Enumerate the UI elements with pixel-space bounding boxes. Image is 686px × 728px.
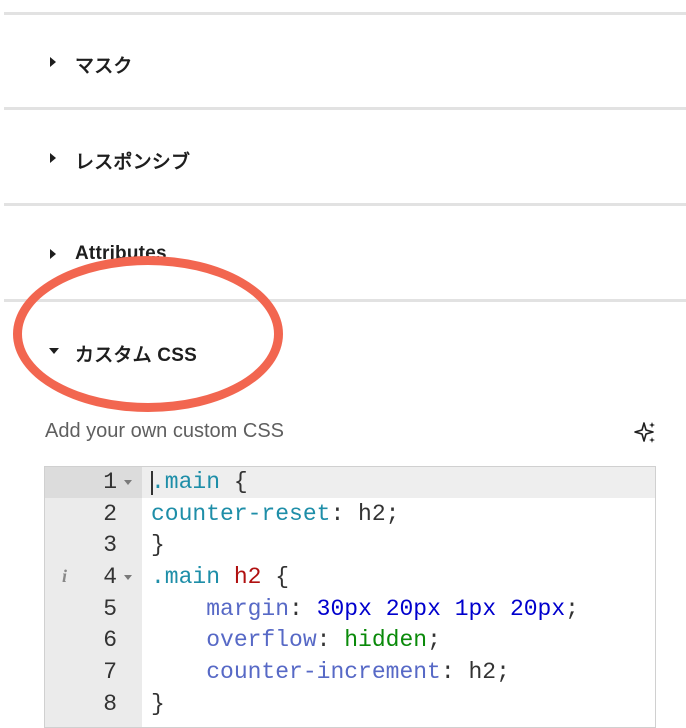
section-attributes-toggle[interactable]: Attributes	[0, 236, 686, 272]
section-label: カスタム CSS	[75, 345, 197, 366]
code-text: }	[151, 691, 165, 717]
section-mask-toggle[interactable]: マスク	[0, 44, 686, 80]
line-number: 6	[103, 627, 117, 653]
code-line[interactable]: 3 }	[45, 530, 655, 562]
divider	[4, 203, 686, 206]
code-line[interactable]: 7 counter-increment: h2;	[45, 657, 655, 689]
fold-toggle-icon[interactable]	[124, 575, 132, 580]
section-label: Attributes	[75, 243, 167, 264]
code-text: overflow: hidden;	[206, 627, 441, 653]
line-number: 3	[103, 532, 117, 558]
fold-toggle-icon[interactable]	[124, 480, 132, 485]
code-line[interactable]: 5 margin: 30px 20px 1px 20px;	[45, 594, 655, 626]
line-number: 8	[103, 691, 117, 717]
caret-right-icon	[50, 249, 56, 259]
code-text: .main {	[151, 469, 248, 495]
line-number: 4	[103, 564, 117, 590]
code-text: counter-reset: h2;	[151, 501, 400, 527]
code-text: counter-increment: h2;	[206, 659, 510, 685]
line-number: 7	[103, 659, 117, 685]
code-line[interactable]: 2 counter-reset: h2;	[45, 499, 655, 531]
code-text: .main h2 {	[151, 564, 290, 590]
caret-down-icon	[49, 348, 59, 354]
text-cursor	[151, 471, 153, 495]
code-line[interactable]: 6 overflow: hidden;	[45, 625, 655, 657]
caret-right-icon	[50, 153, 56, 163]
sparkles-icon[interactable]	[631, 420, 657, 446]
section-responsive-toggle[interactable]: レスポンシブ	[0, 140, 686, 176]
code-text: margin: 30px 20px 1px 20px;	[206, 596, 579, 622]
section-custom-css-toggle[interactable]: カスタム CSS	[0, 333, 686, 369]
caret-right-icon	[50, 57, 56, 67]
line-number: 1	[103, 469, 117, 495]
divider	[4, 299, 686, 302]
line-number: 5	[103, 596, 117, 622]
divider	[4, 107, 686, 110]
code-line[interactable]: i 4 .main h2 {	[45, 562, 655, 594]
code-line[interactable]: 8 }	[45, 689, 655, 721]
section-label: マスク	[75, 56, 133, 77]
code-text: }	[151, 532, 165, 558]
css-code-editor[interactable]: 1 .main { 2 counter-reset: h2; 3 } i 4 .…	[44, 466, 656, 728]
code-line[interactable]: 1 .main {	[45, 467, 655, 499]
section-label: レスポンシブ	[75, 152, 191, 173]
custom-css-help-text: Add your own custom CSS	[45, 420, 284, 442]
line-number: 2	[103, 501, 117, 527]
divider	[4, 12, 686, 15]
